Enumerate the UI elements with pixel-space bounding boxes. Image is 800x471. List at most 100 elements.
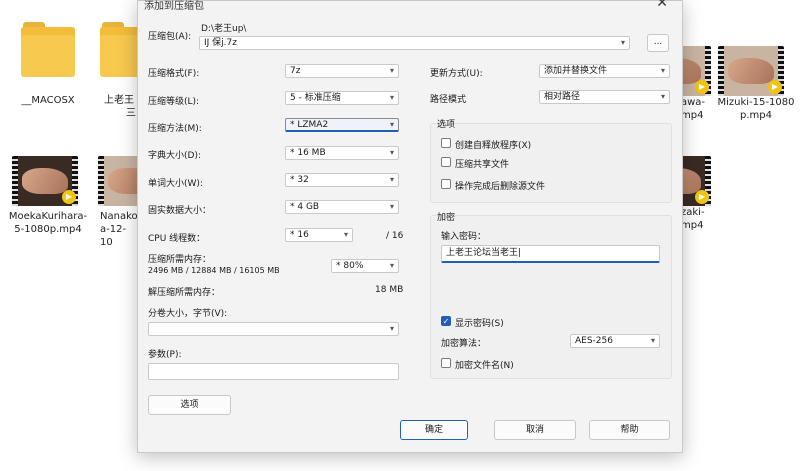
file-label-2: mp4	[681, 220, 704, 231]
format-label: 压缩格式(F):	[148, 69, 200, 79]
cpu-value: * 16	[290, 230, 309, 240]
word-select[interactable]: * 32 ▾	[285, 173, 399, 187]
solid-label: 固实数据大小：	[148, 206, 212, 216]
mem-percent-select[interactable]: * 80% ▾	[331, 259, 399, 273]
word-value: * 32	[290, 175, 309, 185]
chevron-down-icon: ▾	[389, 202, 394, 211]
cpu-select[interactable]: * 16 ▾	[285, 228, 353, 242]
desktop-file-folder[interactable]: 上老王 三	[90, 22, 140, 120]
file-label: Mizuki-15-1080	[717, 97, 795, 108]
file-label: 上老王	[104, 95, 134, 106]
level-label: 压缩等级(L):	[148, 97, 200, 107]
encrypt-names-label: 加密文件名(N)	[455, 361, 514, 371]
method-select[interactable]: * LZMA2 ▾	[285, 118, 399, 132]
close-icon[interactable]: ✕	[656, 0, 668, 11]
archive-name-combo[interactable]: IJ 保j.7z ▾	[199, 36, 630, 50]
options-button[interactable]: 选项	[148, 395, 231, 415]
update-label: 更新方式(U):	[430, 69, 483, 79]
delete-after-checkbox[interactable]	[441, 179, 451, 189]
dict-select[interactable]: * 16 MB ▾	[285, 146, 399, 160]
update-select[interactable]: 添加并替换文件 ▾	[539, 64, 670, 78]
shared-checkbox[interactable]	[441, 157, 451, 167]
chevron-down-icon: ▾	[389, 261, 394, 270]
word-label: 单词大小(W):	[148, 179, 203, 189]
folder-icon	[100, 22, 140, 80]
archive-name-value: IJ 保j.7z	[204, 38, 237, 48]
algo-value: AES-256	[575, 336, 613, 346]
shared-label: 压缩共享文件	[455, 160, 510, 170]
path-select[interactable]: 相对路径 ▾	[539, 90, 670, 104]
options-group-title: 选项	[437, 120, 456, 130]
chevron-down-icon: ▾	[343, 230, 348, 239]
help-button[interactable]: 帮助	[589, 420, 670, 440]
decomp-value: 18 MB	[375, 285, 404, 295]
ok-button[interactable]: 确定	[400, 420, 468, 440]
cancel-button[interactable]: 取消	[494, 420, 576, 440]
desktop-file-macosx[interactable]: __MACOSX	[6, 22, 90, 107]
archive-label: 压缩包(A):	[148, 32, 192, 42]
chevron-down-icon: ▾	[650, 336, 655, 345]
split-select[interactable]: ▾	[148, 322, 399, 336]
desktop-file-nanako[interactable]: Nanako a-12-10	[90, 156, 137, 249]
file-label-2: mp4	[681, 110, 704, 121]
file-label-2: 三	[126, 108, 136, 119]
password-label: 输入密码：	[441, 232, 487, 242]
file-label: Nanako	[100, 211, 137, 222]
video-thumbnail: ▶	[718, 46, 784, 96]
browse-button[interactable]: ...	[647, 34, 669, 52]
delete-after-label: 操作完成后删除源文件	[455, 182, 546, 192]
decomp-label: 解压缩所需内存：	[148, 288, 221, 298]
title-bar[interactable]: 添加到压缩包 ✕	[138, 0, 682, 13]
file-label: __MACOSX	[21, 95, 75, 106]
params-input[interactable]	[148, 363, 399, 380]
player-badge-icon: ▶	[62, 190, 76, 204]
player-badge-icon: ▶	[695, 80, 709, 94]
level-select[interactable]: 5 - 标准压缩 ▾	[285, 91, 399, 105]
chevron-down-icon: ▾	[389, 120, 394, 129]
encrypt-names-checkbox[interactable]	[441, 358, 451, 368]
path-label: 路径模式	[430, 95, 467, 105]
desktop-file-mizuki[interactable]: ▶ Mizuki-15-1080 p.mp4	[714, 46, 798, 122]
file-label: awa-	[681, 97, 706, 108]
chevron-down-icon: ▾	[389, 66, 394, 75]
video-thumbnail: ▶	[12, 156, 78, 206]
format-value: 7z	[290, 66, 301, 76]
desktop-file-awa[interactable]: ▶ awa- mp4	[681, 46, 713, 122]
cpu-total: / 16	[386, 231, 404, 241]
player-badge-icon: ▶	[695, 190, 709, 204]
encrypt-group-title: 加密	[437, 213, 456, 223]
method-label: 压缩方法(M):	[148, 124, 202, 134]
video-thumbnail	[98, 156, 137, 206]
sfx-checkbox[interactable]	[441, 138, 451, 148]
chevron-down-icon: ▾	[389, 324, 394, 333]
video-thumbnail: ▶	[681, 46, 711, 96]
algo-select[interactable]: AES-256 ▾	[570, 334, 660, 348]
password-input[interactable]: 上老王论坛当老王|	[441, 245, 660, 263]
dict-label: 字典大小(D):	[148, 151, 201, 161]
path-value: 相对路径	[544, 92, 581, 102]
file-label: zaki-	[681, 207, 705, 218]
desktop-file-moeka[interactable]: ▶ MoekaKurihara- 5-1080p.mp4	[6, 156, 90, 236]
player-badge-icon: ▶	[768, 80, 782, 94]
method-value: * LZMA2	[290, 120, 329, 130]
file-label-2: 5-1080p.mp4	[14, 224, 82, 235]
file-label-2: a-12-10	[100, 224, 127, 248]
folder-icon	[21, 22, 75, 80]
add-to-archive-dialog: 添加到压缩包 ✕ 压缩包(A): D:\老王up\ IJ 保j.7z ▾ ...…	[137, 0, 683, 453]
sfx-label: 创建自释放程序(X)	[455, 141, 532, 151]
chevron-down-icon: ▾	[620, 38, 625, 47]
chevron-down-icon: ▾	[660, 92, 665, 101]
mem-detail: 2496 MB / 12884 MB / 16105 MB	[148, 266, 280, 275]
file-label: MoekaKurihara-	[8, 211, 88, 222]
desktop-file-zaki[interactable]: ▶ zaki- mp4	[681, 156, 713, 232]
show-password-checkbox[interactable]: ✓	[441, 316, 451, 326]
mem-percent-value: * 80%	[336, 261, 364, 271]
algo-label: 加密算法：	[441, 339, 487, 349]
solid-select[interactable]: * 4 GB ▾	[285, 200, 399, 214]
chevron-down-icon: ▾	[389, 175, 394, 184]
dict-value: * 16 MB	[290, 148, 326, 158]
format-select[interactable]: 7z ▾	[285, 64, 399, 78]
update-value: 添加并替换文件	[544, 66, 608, 76]
video-thumbnail: ▶	[681, 156, 711, 206]
params-label: 参数(P):	[148, 350, 182, 360]
